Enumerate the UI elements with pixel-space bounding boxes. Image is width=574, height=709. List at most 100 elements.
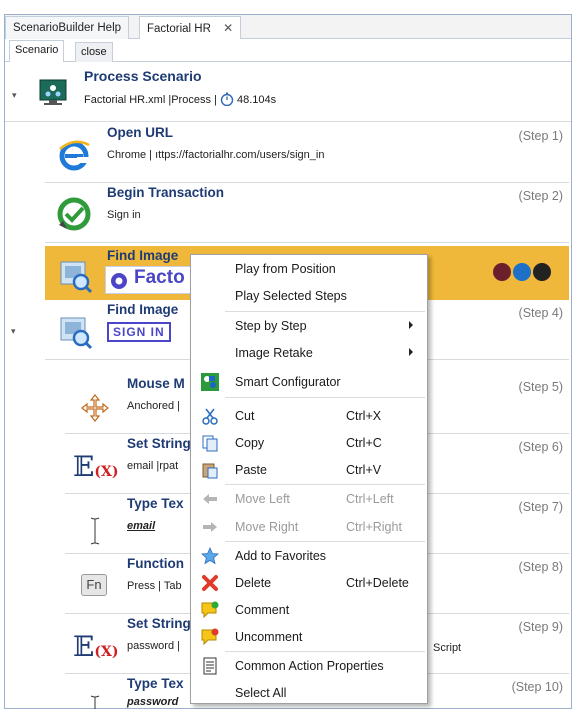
collapse-arrow-icon[interactable]: ▾: [11, 326, 16, 337]
step-details: email: [127, 520, 156, 532]
menu-item-shortcut: Ctrl+C: [346, 436, 382, 450]
text-cursor-icon: [90, 695, 100, 709]
menu-item-label: Play from Position: [235, 262, 336, 276]
menu-item-label: Paste: [235, 463, 267, 477]
step-details: email |rpat: [127, 460, 179, 472]
paste-icon: [202, 463, 218, 479]
menu-item-cut[interactable]: Cut Ctrl+X: [191, 402, 427, 429]
menu-item-label: Common Action Properties: [235, 659, 384, 673]
menu-item-label: Move Left: [235, 492, 290, 506]
step-number: (Step 5): [518, 380, 563, 394]
menu-item-play-from-position[interactable]: Play from Position: [191, 255, 427, 282]
step-title: Find Image: [107, 302, 179, 317]
edit-icon[interactable]: [493, 263, 511, 281]
close-tab-icon[interactable]: ✕: [223, 21, 233, 35]
delete-x-icon: [202, 575, 218, 591]
properties-icon: [203, 657, 217, 675]
menu-item-label: Select All: [235, 686, 287, 700]
tab-label: Scenario: [15, 44, 59, 56]
menu-item-copy[interactable]: Copy Ctrl+C: [191, 429, 427, 456]
tab-scenario[interactable]: Scenario: [9, 40, 65, 62]
step-open-url[interactable]: Open URL Chrome | ıttps://factorialhr.co…: [45, 123, 569, 183]
scissors-icon: [202, 408, 218, 425]
menu-item-label: Uncomment: [235, 630, 303, 644]
function-key-icon: Fn: [81, 574, 107, 596]
begin-transaction-icon: [57, 197, 91, 231]
menu-item-play-selected-steps[interactable]: Play Selected Steps: [191, 282, 427, 309]
menu-item-move-left: Move Left Ctrl+Left: [191, 485, 427, 512]
text-cursor-icon: [90, 517, 100, 545]
tab-factorial-hr[interactable]: Factorial HR ✕: [139, 16, 242, 40]
menu-item-move-right: Move Right Ctrl+Right: [191, 513, 427, 540]
menu-item-label: Copy: [235, 436, 265, 450]
menu-item-uncomment[interactable]: Uncomment: [191, 623, 427, 650]
step-title: Begin Transaction: [107, 185, 225, 200]
image-preview-text: Facto: [134, 267, 185, 288]
move-icon[interactable]: [513, 263, 531, 281]
menu-item-label: Step by Step: [235, 319, 307, 333]
collapse-arrow-icon[interactable]: ▾: [12, 90, 17, 101]
menu-item-label: Image Retake: [235, 346, 313, 360]
step-title: Mouse M: [127, 376, 185, 391]
menu-item-shortcut: Ctrl+Right: [346, 520, 402, 534]
menu-item-paste[interactable]: Paste Ctrl+V: [191, 456, 427, 483]
menu-item-shortcut: Ctrl+Left: [346, 492, 394, 506]
step-details: password |: [127, 640, 180, 652]
menu-item-delete[interactable]: Delete Ctrl+Delete: [191, 569, 427, 596]
context-menu: Play from Position Play Selected Steps S…: [190, 254, 428, 704]
step-number: (Step 7): [518, 500, 563, 514]
find-image-icon: [60, 261, 93, 294]
comment-icon: [201, 601, 219, 619]
submenu-arrow-icon: [409, 321, 413, 329]
menu-item-label: Smart Configurator: [235, 375, 341, 389]
menu-item-common-action-properties[interactable]: Common Action Properties: [191, 652, 427, 679]
variable-icon: 𝔼(X): [73, 450, 119, 483]
step-title: Type Tex: [127, 496, 184, 511]
step-details: Sign in: [107, 209, 141, 221]
step-details-tail: Script: [433, 642, 462, 654]
submenu-arrow-icon: [409, 348, 413, 356]
monitor-process-icon: [39, 79, 67, 105]
process-title: Process Scenario: [84, 68, 202, 84]
tab-scenariobuilder-help[interactable]: ScenarioBuilder Help: [5, 16, 130, 39]
step-begin-transaction[interactable]: Begin Transaction Sign in (Step 2): [45, 183, 569, 243]
tab-close[interactable]: close: [75, 42, 113, 62]
menu-item-shortcut: Ctrl+X: [346, 409, 382, 423]
settings-icon[interactable]: [533, 263, 551, 281]
step-title: Type Tex: [127, 676, 184, 691]
step-number: (Step 8): [518, 560, 563, 574]
image-preview-sign-in: SIGN IN: [107, 322, 171, 342]
menu-item-select-all[interactable]: Select All: [191, 679, 427, 706]
arrow-left-icon: [203, 494, 217, 504]
step-details: Chrome | ıttps://factorialhr.com/users/s…: [107, 149, 325, 161]
step-number: (Step 4): [518, 306, 563, 320]
menu-item-add-to-favorites[interactable]: Add to Favorites: [191, 542, 427, 569]
menu-item-image-retake[interactable]: Image Retake: [191, 339, 427, 366]
menu-item-step-by-step[interactable]: Step by Step: [191, 312, 427, 339]
tab-label: Factorial HR: [147, 23, 211, 35]
step-title: Function: [127, 556, 184, 571]
step-details: Anchored |: [127, 400, 181, 412]
step-number: (Step 1): [518, 129, 563, 143]
step-number: (Step 9): [518, 620, 563, 634]
process-file: Factorial HR.xml: [84, 94, 166, 106]
find-image-icon: [60, 317, 93, 350]
factorial-logo-icon: [111, 273, 127, 289]
step-number: (Step 6): [518, 440, 563, 454]
process-duration: 48.104s: [237, 94, 277, 106]
process-type: |Process |: [168, 94, 217, 106]
menu-item-label: Comment: [235, 603, 290, 617]
menu-item-label: Add to Favorites: [235, 549, 327, 563]
menu-item-smart-configurator[interactable]: Smart Configurator: [191, 368, 427, 395]
menu-item-label: Cut: [235, 409, 255, 423]
step-title: Open URL: [107, 125, 173, 140]
star-icon: [201, 547, 219, 565]
image-preview: Facto: [105, 266, 195, 294]
menu-item-label: Play Selected Steps: [235, 289, 347, 303]
process-scenario-row[interactable]: ▾ Process Scenario Factorial HR.xml |Pro…: [5, 62, 571, 122]
menu-item-comment[interactable]: Comment: [191, 596, 427, 623]
step-details: Press | Tab: [127, 580, 182, 592]
variable-icon: 𝔼(X): [73, 630, 119, 663]
copy-icon: [202, 435, 218, 452]
scenario-tab-bar: Scenario close: [5, 39, 571, 62]
